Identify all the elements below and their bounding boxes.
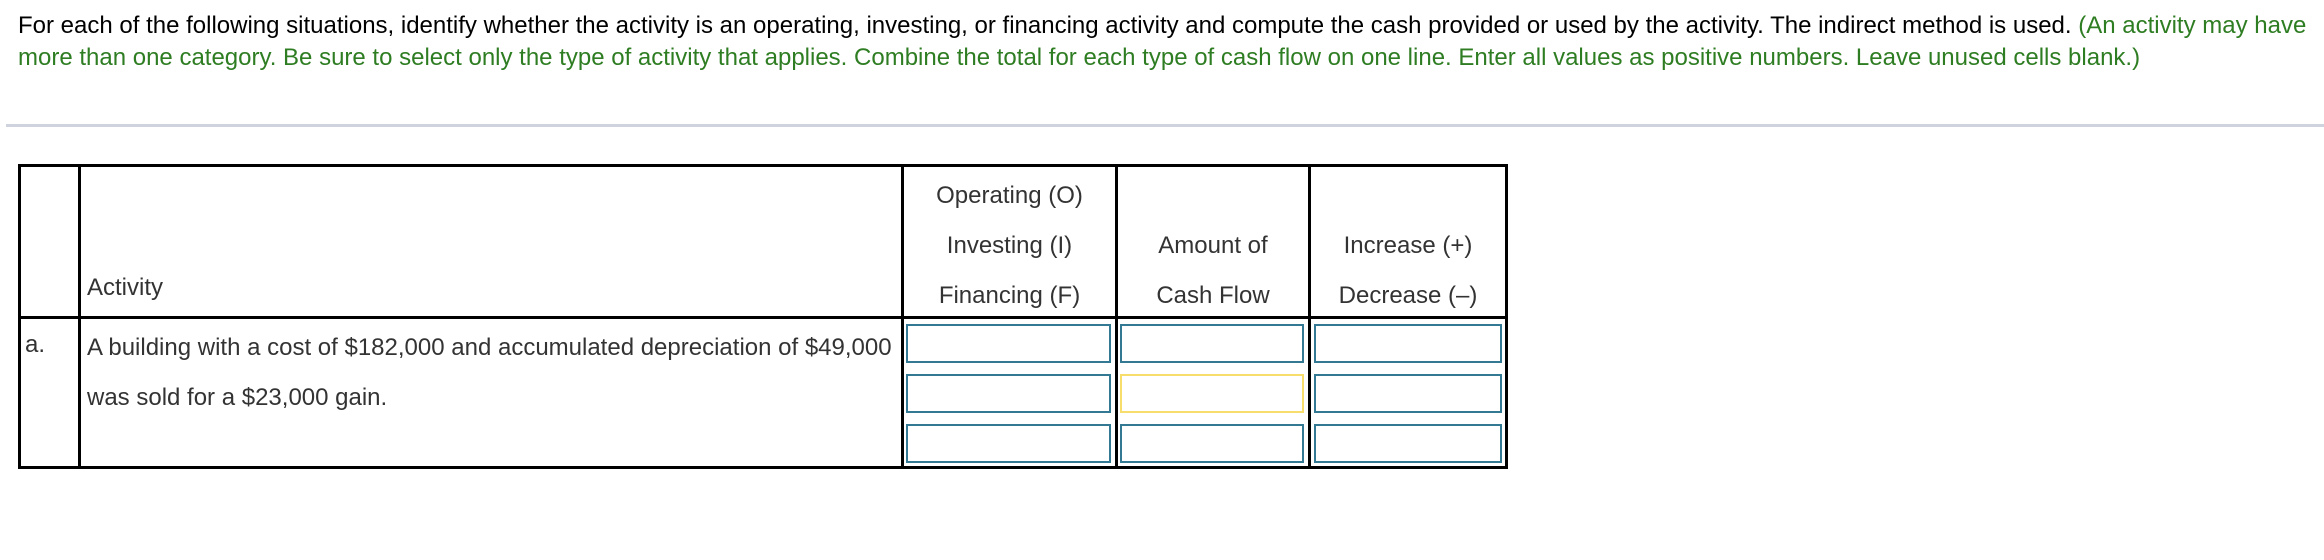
header-amount-line1: Amount of: [1158, 232, 1268, 259]
direction-input-2[interactable]: [1314, 374, 1502, 413]
header-direction-decrease: Decrease (–): [1338, 282, 1478, 309]
activity-type-input-2[interactable]: [906, 374, 1111, 413]
header-amount: Amount of Cash Flow: [1118, 167, 1308, 316]
row-label: a.: [25, 331, 46, 358]
header-type-financing: Financing (F): [938, 282, 1081, 309]
instructions-main: For each of the following situations, id…: [18, 12, 2079, 39]
header-activity: Activity: [87, 274, 164, 301]
header-type-operating: Operating (O): [936, 182, 1083, 209]
header-direction: Increase (+) Decrease (–): [1311, 167, 1505, 316]
amount-input-2[interactable]: [1120, 374, 1304, 413]
header-direction-increase: Increase (+): [1343, 232, 1473, 259]
cash-flow-table: Activity Operating (O) Investing (I) Fin…: [18, 164, 1508, 469]
amount-input-1[interactable]: [1120, 324, 1304, 363]
header-type-investing: Investing (I): [946, 232, 1073, 259]
divider: [6, 124, 2324, 127]
activity-type-input-1[interactable]: [906, 324, 1111, 363]
instructions: For each of the following situations, id…: [18, 10, 2308, 74]
amount-input-3[interactable]: [1120, 424, 1304, 463]
activity-description: A building with a cost of $182,000 and a…: [87, 334, 892, 411]
direction-input-1[interactable]: [1314, 324, 1502, 363]
direction-input-3[interactable]: [1314, 424, 1502, 463]
header-amount-line2: Cash Flow: [1156, 282, 1270, 309]
header-activity-type: Operating (O) Investing (I) Financing (F…: [904, 167, 1115, 316]
activity-type-input-3[interactable]: [906, 424, 1111, 463]
